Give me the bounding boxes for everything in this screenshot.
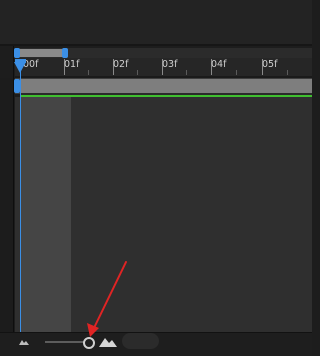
work-area-bar[interactable] [18,49,65,57]
ruler-minor-tick [88,70,89,75]
layer-panel-edge [0,78,14,332]
timeline-navigator[interactable] [122,333,159,349]
work-area-end-handle[interactable] [62,48,68,58]
ruler-minor-tick [137,70,138,75]
ruler-label-1: 01f [64,59,80,70]
ruler-label-2: 02f [113,59,129,70]
work-area-start-handle[interactable] [14,48,20,58]
playhead-line[interactable] [20,64,21,332]
ruler-label-5: 05f [262,59,278,70]
top-panel [0,0,312,44]
ruler-label-4: 04f [211,59,227,70]
ruler-minor-tick [186,70,187,75]
ruler-label-3: 03f [162,59,178,70]
layer-in-point-handle[interactable] [14,79,20,93]
zoom-slider-thumb[interactable] [83,337,95,349]
layer-duration-bar[interactable] [20,79,312,93]
work-area-highlight [20,97,71,332]
ruler-minor-tick [287,70,288,75]
small-mountain-icon[interactable] [18,338,30,346]
playhead-handle[interactable] [14,62,26,73]
bottom-bar-divider [0,332,312,333]
large-mountain-icon[interactable] [99,337,117,347]
panel-separator [0,44,312,46]
ruler-minor-tick [236,70,237,75]
